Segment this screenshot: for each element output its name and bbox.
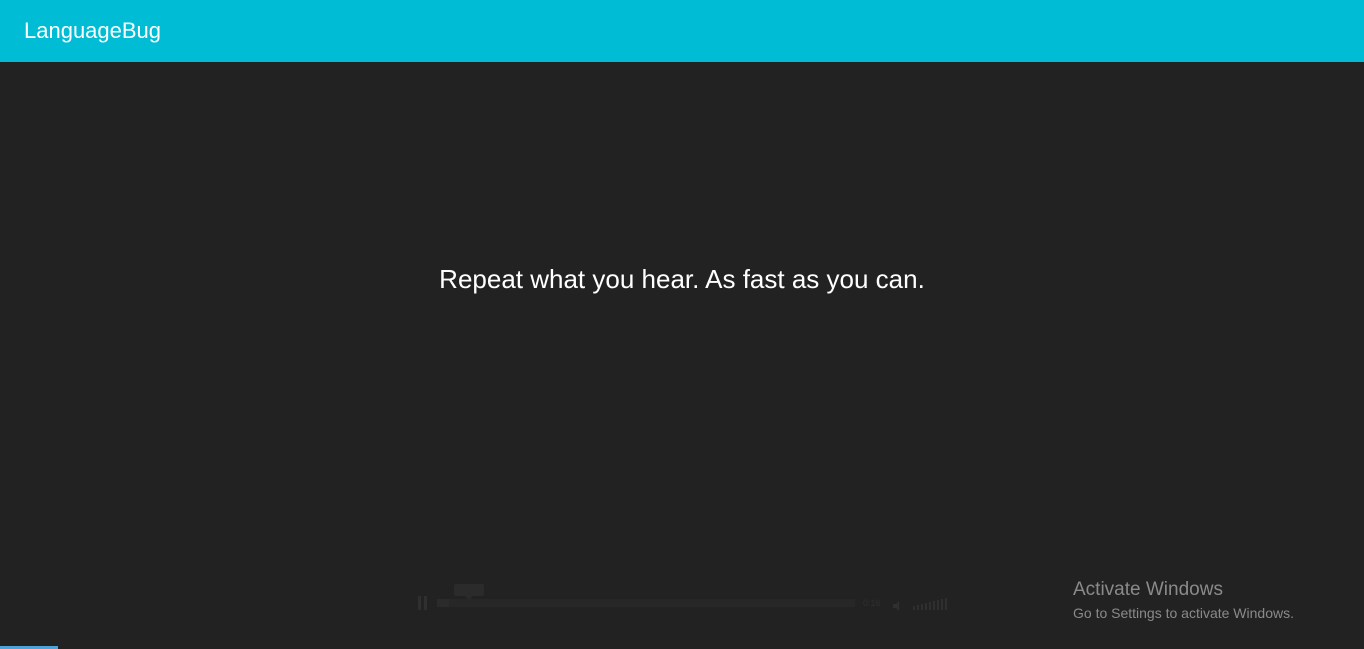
app-bar: LanguageBug: [0, 0, 1364, 62]
time-tooltip: [454, 584, 484, 600]
audio-player: 0:16: [415, 582, 955, 612]
seek-bar[interactable]: [437, 599, 855, 607]
instruction-text: Repeat what you hear. As fast as you can…: [439, 264, 925, 294]
app-title: LanguageBug: [24, 18, 162, 43]
pause-icon[interactable]: [417, 596, 427, 610]
volume-slider[interactable]: [913, 596, 953, 610]
main-content: [0, 62, 1364, 649]
seek-bar-progress: [437, 599, 449, 607]
activate-windows-title: Activate Windows: [1073, 579, 1223, 600]
current-time: 0:16: [863, 598, 881, 608]
volume-icon[interactable]: [892, 597, 904, 611]
activate-windows-watermark: Activate Windows Go to Settings to activ…: [1073, 578, 1294, 624]
activate-windows-subtitle: Go to Settings to activate Windows.: [1073, 605, 1294, 621]
